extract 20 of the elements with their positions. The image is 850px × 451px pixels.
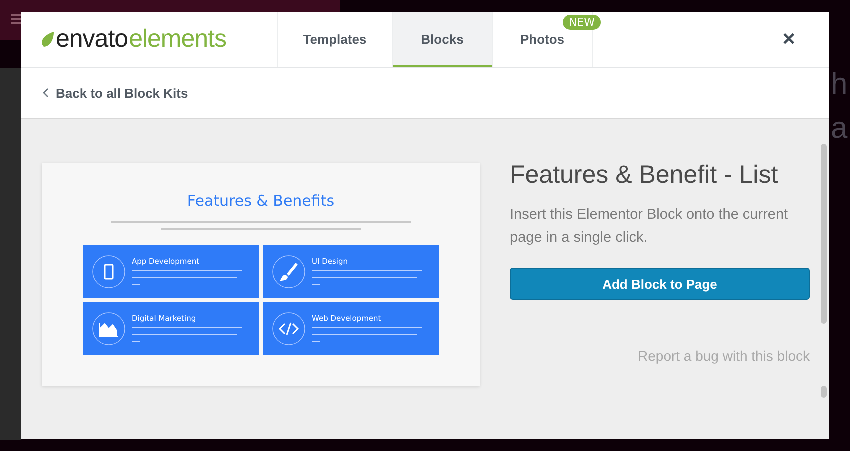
leaf-icon (41, 32, 55, 48)
add-block-button[interactable]: Add Block to Page (510, 268, 810, 300)
chevron-icon (43, 88, 49, 98)
scrollbar-thumb[interactable] (821, 386, 827, 398)
background-text: a (831, 114, 848, 144)
logo-product: elements (129, 25, 227, 54)
block-description: Insert this Elementor Block onto the current page in a single click. (510, 206, 790, 248)
preview-heading: Features & Benefits (187, 192, 335, 210)
feature-icon (92, 254, 126, 288)
close-button[interactable]: ✕ (769, 12, 809, 67)
tab[interactable]: Blocks (393, 12, 493, 67)
back-link[interactable]: Back to all Block Kits (43, 86, 188, 100)
feature-icon (272, 254, 306, 288)
new-badge: NEW (563, 15, 602, 30)
block-title: Features & Benefit - List (510, 163, 780, 188)
background-text: h (831, 70, 848, 100)
feature-icon (92, 312, 126, 346)
feature-icon (272, 312, 306, 346)
scrollbar-thumb[interactable] (821, 144, 827, 324)
logo-brand: envato (56, 25, 128, 54)
